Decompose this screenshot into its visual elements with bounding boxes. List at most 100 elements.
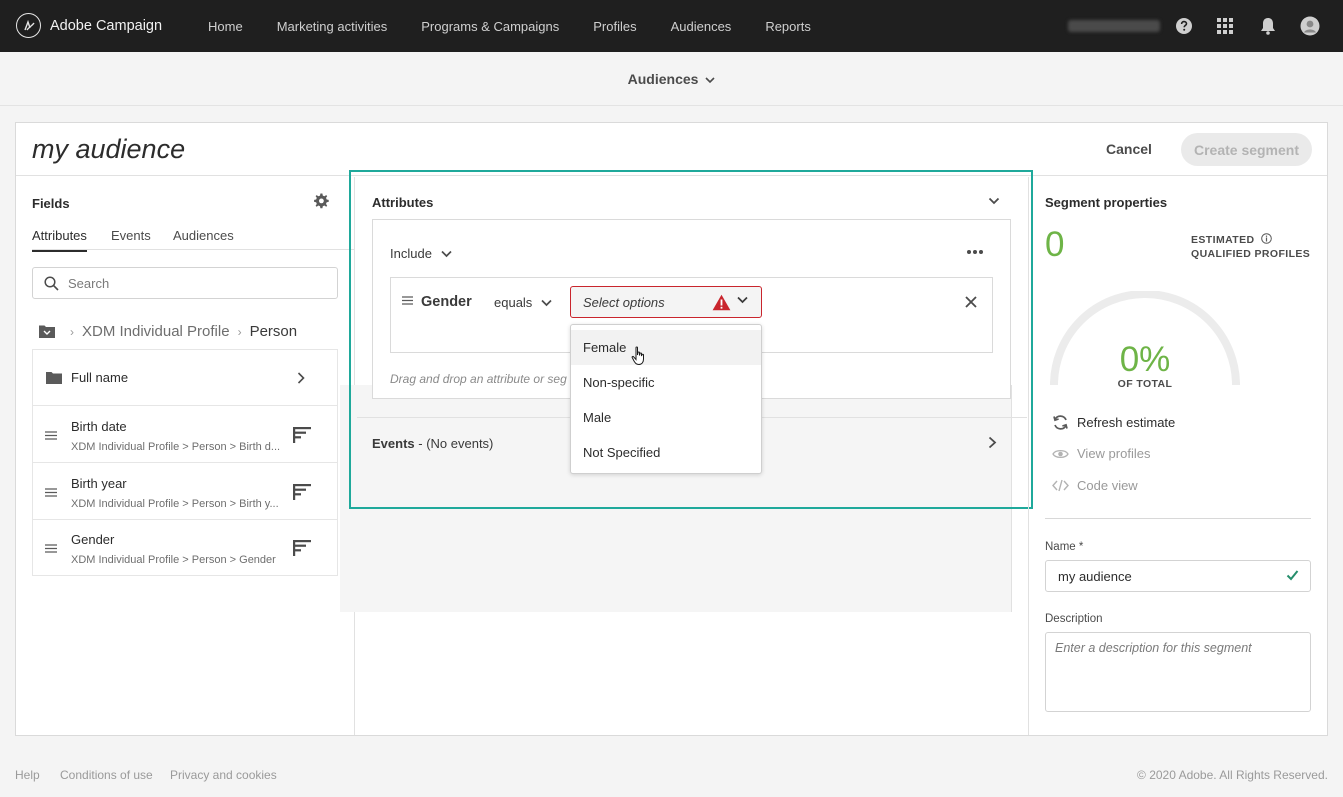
include-label: Include <box>390 246 432 261</box>
org-switcher[interactable] <box>1068 20 1160 32</box>
code-view-label: Code view <box>1077 478 1138 493</box>
brand[interactable]: Adobe Campaign <box>16 13 162 38</box>
info-icon[interactable] <box>1261 233 1272 244</box>
chevron-right-icon: › <box>70 324 74 339</box>
folder-item-full-name[interactable]: Full name <box>32 349 338 406</box>
field-path: XDM Individual Profile > Person > Gender <box>71 554 276 566</box>
folder-collapse-icon[interactable] <box>38 324 56 339</box>
fields-panel: Fields Attributes Events Audiences Searc… <box>16 177 355 735</box>
option-not-specified[interactable]: Not Specified <box>571 435 761 470</box>
help-icon[interactable] <box>1174 16 1194 36</box>
include-dropdown[interactable]: Include <box>390 246 452 261</box>
chevron-right-icon <box>297 372 305 384</box>
operator-dropdown[interactable]: equals <box>494 295 552 310</box>
condition-field: Gender <box>421 294 472 310</box>
footer-copyright: © 2020 Adobe. All Rights Reserved. <box>1137 768 1328 782</box>
attributes-section-title: Attributes <box>372 195 434 210</box>
code-icon <box>1052 479 1069 492</box>
breadcrumb-current: Person <box>249 323 298 340</box>
description-placeholder: Enter a description for this segment <box>1055 641 1252 655</box>
drag-handle-icon[interactable] <box>45 488 57 497</box>
drag-handle-icon[interactable] <box>402 296 413 305</box>
warning-icon <box>712 294 731 311</box>
user-avatar-icon[interactable] <box>1300 16 1320 36</box>
drop-hint: Drag and drop an attribute or seg <box>390 372 567 386</box>
checkmark-icon <box>1286 570 1299 581</box>
name-label: Name * <box>1045 541 1084 553</box>
nav-home[interactable]: Home <box>208 19 243 34</box>
create-segment-button[interactable]: Create segment <box>1181 133 1312 166</box>
footer-help-link[interactable]: Help <box>15 768 40 782</box>
field-name: Gender <box>71 532 115 547</box>
chevron-right-icon[interactable] <box>988 436 997 449</box>
nav-audiences[interactable]: Audiences <box>671 19 732 34</box>
events-label: Events <box>372 436 415 451</box>
description-field[interactable]: Enter a description for this segment <box>1045 632 1311 712</box>
nav-reports[interactable]: Reports <box>765 19 811 34</box>
value-select[interactable]: Select options <box>570 286 762 318</box>
estimated-label: ESTIMATED QUALIFIED PROFILES <box>1191 233 1310 261</box>
footer-privacy-link[interactable]: Privacy and cookies <box>170 768 277 782</box>
operator-label: equals <box>494 295 533 310</box>
footer-conditions-link[interactable]: Conditions of use <box>60 768 153 782</box>
description-label: Description <box>1045 613 1103 625</box>
tab-events[interactable]: Events <box>111 228 151 243</box>
value-select-placeholder: Select options <box>583 295 665 310</box>
events-section[interactable]: Events - (No events) <box>372 436 493 451</box>
sub-header: Audiences <box>0 52 1343 106</box>
app-switcher-icon[interactable] <box>1215 16 1235 36</box>
nav-profiles[interactable]: Profiles <box>593 19 636 34</box>
breadcrumb-root[interactable]: XDM Individual Profile <box>82 323 230 340</box>
option-male[interactable]: Male <box>571 400 761 435</box>
gear-icon[interactable] <box>313 193 329 212</box>
gauge-percent: 0% <box>1119 340 1171 379</box>
audiences-menu[interactable]: Audiences <box>0 71 1343 87</box>
tab-audiences[interactable]: Audiences <box>173 228 234 243</box>
field-item-gender[interactable]: Gender XDM Individual Profile > Person >… <box>32 519 338 576</box>
folder-icon <box>46 372 62 384</box>
estimated-line1: ESTIMATED <box>1191 234 1255 246</box>
field-details-icon[interactable] <box>293 484 311 500</box>
field-details-icon[interactable] <box>293 540 311 556</box>
nav-programs-campaigns[interactable]: Programs & Campaigns <box>421 19 559 34</box>
properties-title: Segment properties <box>1045 195 1168 210</box>
view-profiles-button[interactable]: View profiles <box>1052 446 1150 461</box>
main-nav: Home Marketing activities Programs & Cam… <box>208 0 845 52</box>
field-name: Birth year <box>71 476 127 491</box>
chevron-down-icon <box>441 250 452 257</box>
refresh-icon <box>1053 415 1068 430</box>
footer: Help Conditions of use Privacy and cooki… <box>0 752 1343 797</box>
drag-handle-icon[interactable] <box>45 544 57 553</box>
chevron-right-icon: › <box>237 324 242 339</box>
cancel-button[interactable]: Cancel <box>1106 141 1152 157</box>
field-item-birth-year[interactable]: Birth year XDM Individual Profile > Pers… <box>32 462 338 520</box>
option-female[interactable]: Female <box>571 330 761 365</box>
adobe-campaign-logo-icon <box>16 13 41 38</box>
refresh-estimate-label: Refresh estimate <box>1077 415 1176 430</box>
name-value: my audience <box>1058 569 1132 584</box>
chevron-down-icon[interactable] <box>988 196 1000 206</box>
code-view-button[interactable]: Code view <box>1052 478 1138 493</box>
field-path: XDM Individual Profile > Person > Birth … <box>71 498 279 510</box>
refresh-estimate-button[interactable]: Refresh estimate <box>1052 414 1175 431</box>
gauge-label: OF TOTAL <box>1117 378 1173 390</box>
nav-marketing-activities[interactable]: Marketing activities <box>277 19 388 34</box>
fields-breadcrumb: › XDM Individual Profile › Person <box>38 323 297 340</box>
qualified-profiles-count: 0 <box>1045 225 1065 264</box>
fields-search-input[interactable]: Search <box>32 267 338 299</box>
chevron-down-icon <box>705 77 715 84</box>
search-icon <box>44 276 59 291</box>
name-field[interactable]: my audience <box>1045 560 1311 592</box>
drag-handle-icon[interactable] <box>45 431 57 440</box>
field-item-birth-date[interactable]: Birth date XDM Individual Profile > Pers… <box>32 405 338 463</box>
option-non-specific[interactable]: Non-specific <box>571 365 761 400</box>
close-icon[interactable] <box>964 295 978 309</box>
top-nav-bar: Adobe Campaign Home Marketing activities… <box>0 0 1343 52</box>
tab-attributes[interactable]: Attributes <box>32 228 87 252</box>
more-options-icon[interactable] <box>966 249 984 255</box>
folder-label: Full name <box>71 370 129 385</box>
field-details-icon[interactable] <box>293 427 311 443</box>
segment-title[interactable]: my audience <box>32 134 185 165</box>
estimated-line2: QUALIFIED PROFILES <box>1191 248 1311 260</box>
notifications-bell-icon[interactable] <box>1258 16 1278 36</box>
